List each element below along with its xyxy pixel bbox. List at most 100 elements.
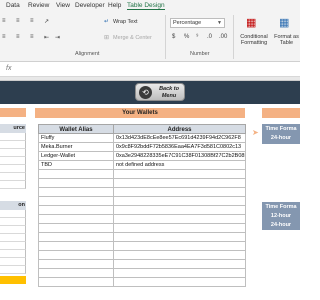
conditional-formatting-button[interactable]: Conditional Formatting	[238, 34, 270, 46]
wallet-alias-cell[interactable]	[38, 260, 114, 269]
currency-icon[interactable]: $	[172, 34, 175, 40]
wallet-address-cell[interactable]	[114, 269, 246, 278]
increase-indent-icon[interactable]: ⇥	[55, 34, 60, 41]
align-bottom-icon[interactable]: ≡	[30, 18, 34, 24]
align-top-icon[interactable]: ≡	[2, 18, 6, 24]
time-format-title: Time Forma	[265, 126, 297, 132]
wallet-address-cell[interactable]: 0x13d423dE8cEe8ee57Ec691d4239F94d2C962F8	[114, 134, 246, 143]
wallet-address-cell[interactable]	[114, 215, 246, 224]
wallet-alias-cell[interactable]: TBD	[38, 161, 114, 170]
percent-icon[interactable]: %	[184, 34, 189, 40]
comma-style-icon[interactable]: ⁹	[196, 34, 199, 40]
back-to-menu-label: Back to Menu	[154, 86, 184, 99]
wallet-alias-cell[interactable]	[38, 242, 114, 251]
conditional-formatting-icon[interactable]: ▦	[246, 16, 256, 29]
left-panel-row[interactable]	[0, 157, 26, 165]
tab-view[interactable]: View	[56, 2, 70, 9]
wallet-address-cell[interactable]	[114, 242, 246, 251]
tab-review[interactable]: Review	[28, 2, 49, 9]
back-to-menu-button[interactable]: ⟲ Back to Menu	[135, 83, 185, 101]
back-label-line2: Menu	[161, 92, 177, 99]
left-panel-row[interactable]	[0, 234, 26, 242]
wallet-address-cell[interactable]	[114, 278, 246, 287]
wallet-address-cell[interactable]	[114, 260, 246, 269]
format-as-table-icon[interactable]: ▦	[279, 16, 289, 29]
left-panel-row[interactable]	[0, 165, 26, 173]
wallet-alias-cell[interactable]	[38, 278, 114, 287]
number-format-dropdown[interactable]: Percentage ▼	[170, 18, 225, 28]
time-format-option[interactable]: 24-hour	[262, 221, 300, 230]
number-group-label: Number	[190, 51, 210, 57]
align-left-icon[interactable]: ≡	[2, 34, 6, 40]
time-format-value[interactable]: 24-hour	[262, 134, 300, 143]
merge-center-icon: ⊞	[104, 35, 110, 41]
wallet-alias-cell[interactable]	[38, 197, 114, 206]
wallet-address-cell[interactable]	[114, 233, 246, 242]
time-format-option[interactable]: 12-hour	[262, 212, 300, 221]
left-panel-subheader: on	[0, 201, 26, 210]
left-panel-row[interactable]	[0, 258, 26, 266]
excel-window: Data Review View Developer Help Table De…	[0, 0, 300, 300]
ribbon-separator	[233, 15, 234, 59]
left-panel-row[interactable]	[0, 218, 26, 226]
left-panel-row[interactable]	[0, 226, 26, 234]
left-panel-row[interactable]	[0, 266, 26, 274]
wrap-text-icon: ↵	[104, 19, 110, 25]
left-panel-row[interactable]	[0, 149, 26, 157]
wallet-address-cell[interactable]	[114, 206, 246, 215]
wallet-alias-cell[interactable]	[38, 233, 114, 242]
wallet-address-cell[interactable]: 0xa3e2948228335eE7C91C38F01308Bf27C2b2B0…	[114, 152, 246, 161]
alignment-group-label: Alignment	[75, 51, 100, 57]
wallet-address-cell[interactable]	[114, 179, 246, 188]
tab-developer[interactable]: Developer	[75, 2, 105, 9]
wallet-address-cell[interactable]	[114, 197, 246, 206]
merge-center-button[interactable]: Merge & Center	[113, 35, 152, 41]
time-format-box: Time Forma 24-hour	[262, 124, 300, 144]
wallet-alias-cell[interactable]	[38, 170, 114, 179]
tab-data[interactable]: Data	[6, 2, 20, 9]
align-right-icon[interactable]: ≡	[30, 34, 34, 40]
wallet-alias-cell[interactable]: Ledger-Wallet	[38, 152, 114, 161]
wallet-alias-cell[interactable]	[38, 269, 114, 278]
wallet-address-cell[interactable]	[114, 251, 246, 260]
wallet-alias-cell[interactable]	[38, 251, 114, 260]
decrease-decimal-icon[interactable]: .00	[219, 34, 227, 40]
format-as-table-button[interactable]: Format as Table	[273, 34, 300, 46]
left-panel-row[interactable]	[0, 210, 26, 218]
tab-help[interactable]: Help	[108, 2, 121, 9]
align-center-icon[interactable]: ≡	[16, 34, 20, 40]
align-middle-icon[interactable]: ≡	[16, 18, 20, 24]
decrease-indent-icon[interactable]: ⇤	[44, 34, 49, 41]
wallet-alias-cell[interactable]	[38, 188, 114, 197]
wallet-address-cell[interactable]	[114, 224, 246, 233]
formula-bar[interactable]: fx	[0, 63, 300, 77]
ribbon-separator	[165, 15, 166, 59]
number-format-value: Percentage	[173, 20, 202, 26]
wallets-title: Your Wallets	[35, 108, 245, 118]
wallet-alias-cell[interactable]	[38, 206, 114, 215]
time-format-options-box: Time Forma 12-hour 24-hour	[262, 202, 300, 230]
left-panel-row[interactable]	[0, 242, 26, 250]
left-panel-highlight-row[interactable]	[0, 276, 26, 284]
left-panel-row[interactable]	[0, 181, 26, 189]
wallet-alias-cell[interactable]: Fluffy	[38, 134, 114, 143]
wrap-text-button[interactable]: Wrap Text	[113, 19, 138, 25]
increase-decimal-icon[interactable]: .0	[207, 34, 212, 40]
wallet-address-cell[interactable]	[114, 170, 246, 179]
time-format-options-title: Time Forma	[265, 204, 297, 210]
wallet-address-cell[interactable]: 0x9c8F92bddF72b5836Eaa4EA7F3d581C0802c13	[114, 143, 246, 152]
left-panel-row[interactable]	[0, 250, 26, 258]
chevron-down-icon: ▼	[217, 20, 222, 26]
wallet-alias-cell[interactable]: Meka.Burner	[38, 143, 114, 152]
tab-table-design[interactable]: Table Design	[127, 2, 165, 10]
ribbon: ≡ ≡ ≡ ↗ ≡ ≡ ≡ ⇤ ⇥ ↵ Wrap Text ⊞ Merge & …	[0, 12, 300, 62]
orientation-icon[interactable]: ↗	[44, 18, 49, 25]
left-panel-row[interactable]	[0, 173, 26, 181]
wallet-alias-cell[interactable]	[38, 179, 114, 188]
wallet-address-cell[interactable]	[114, 188, 246, 197]
left-panel-row[interactable]	[0, 141, 26, 149]
wallet-address-cell[interactable]: not defined address	[114, 161, 246, 170]
wallet-alias-cell[interactable]	[38, 215, 114, 224]
wallet-alias-cell[interactable]	[38, 224, 114, 233]
left-panel-row[interactable]	[0, 133, 26, 141]
